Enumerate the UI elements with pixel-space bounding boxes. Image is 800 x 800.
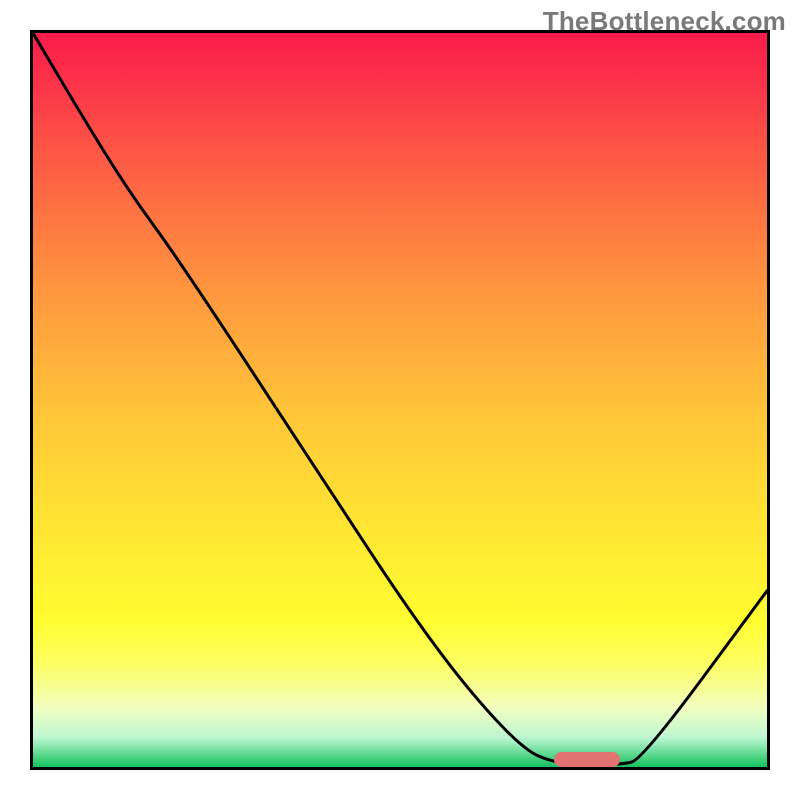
heatmap-gradient <box>33 33 767 767</box>
plot-area <box>30 30 770 770</box>
chart-container: TheBottleneck.com <box>0 0 800 800</box>
optimum-marker <box>554 752 620 767</box>
watermark-text: TheBottleneck.com <box>543 6 786 37</box>
